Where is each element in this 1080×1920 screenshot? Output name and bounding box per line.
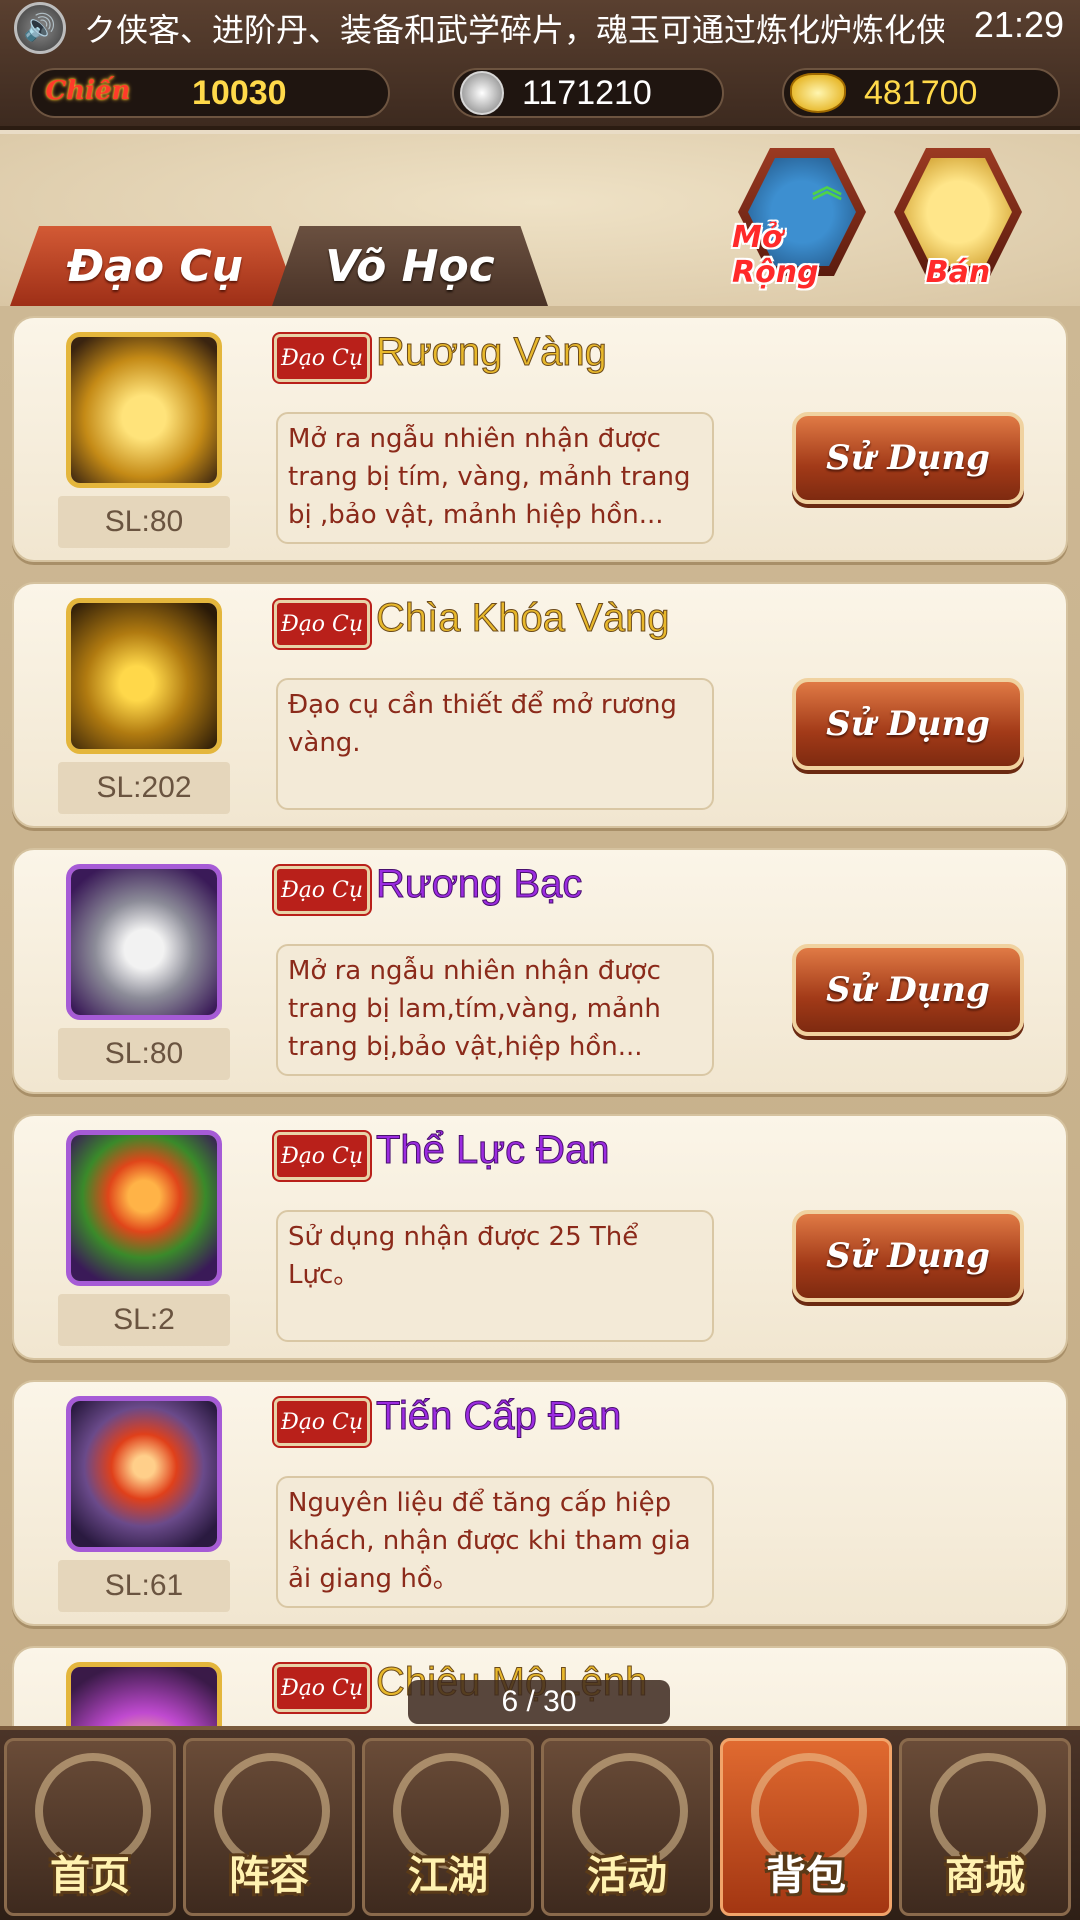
tab-martial-arts[interactable]: Võ Học [272, 226, 548, 306]
page-indicator: 6 / 30 [408, 1680, 670, 1724]
silver-value: 1171210 [522, 73, 652, 112]
item-quantity: SL:202 [58, 762, 230, 814]
item-type-tag: Đạo Cụ [274, 334, 370, 382]
use-button[interactable]: Sử Dụng [792, 944, 1024, 1036]
sell-label: Bán [925, 255, 991, 290]
item-icon[interactable] [66, 598, 222, 754]
gold-key-icon [71, 603, 217, 749]
silver-coin-icon [460, 71, 504, 115]
item-type-tag: Đạo Cụ [274, 1132, 370, 1180]
item-name: Thể Lực Đan [376, 1128, 611, 1173]
nav-shop[interactable]: 商城 [899, 1738, 1071, 1916]
item-list[interactable]: SL:80 Đạo Cụ Rương Vàng Mở ra ngẫu nhiên… [0, 306, 1080, 1726]
nav-bag[interactable]: 背包 [720, 1738, 892, 1916]
nav-shop-label: 商城 [945, 1853, 1025, 1899]
list-item: SL:202 Đạo Cụ Chìa Khóa Vàng Đạo cụ cần … [12, 582, 1068, 828]
nav-home[interactable]: 首页 [4, 1738, 176, 1916]
use-button[interactable]: Sử Dụng [792, 412, 1024, 504]
nav-home-label: 首页 [50, 1853, 130, 1899]
silver-chest-icon [71, 869, 217, 1015]
advance-pill-icon [71, 1401, 217, 1547]
item-quantity: SL:80 [58, 496, 230, 548]
nav-lineup-label: 阵容 [229, 1853, 309, 1899]
speaker-icon: 🔊 [14, 2, 66, 54]
item-name: Chìa Khóa Vàng [376, 596, 671, 641]
list-item: SL:61 Đạo Cụ Tiến Cấp Đan Nguyên liệu để… [12, 1380, 1068, 1626]
item-type-tag: Đạo Cụ [274, 866, 370, 914]
item-description: Mở ra ngẫu nhiên nhận được trang bị lam,… [276, 944, 714, 1076]
item-icon[interactable] [66, 1130, 222, 1286]
gold-value: 481700 [864, 73, 978, 112]
item-quantity: SL:2 [58, 1294, 230, 1346]
item-icon[interactable] [66, 332, 222, 488]
nav-events[interactable]: 活动 [541, 1738, 713, 1916]
bottom-navigation: 首页 阵容 江湖 活动 背包 商城 [0, 1726, 1080, 1920]
inventory-header: Đạo Cụ Võ Học ︽ Mở Rộng Bán [0, 134, 1080, 306]
item-icon[interactable] [66, 1396, 222, 1552]
nav-bag-label: 背包 [766, 1853, 846, 1899]
arrow-up-icon: ︽ [812, 170, 842, 205]
item-quantity: SL:61 [58, 1560, 230, 1612]
nav-jianghu-label: 江湖 [408, 1853, 488, 1899]
nav-events-label: 活动 [587, 1853, 667, 1899]
item-description: Sử dụng nhận được 25 Thể Lực。 [276, 1210, 714, 1342]
item-icon[interactable] [66, 864, 222, 1020]
list-item: SL:80 Đạo Cụ Rương Vàng Mở ra ngẫu nhiên… [12, 316, 1068, 562]
expand-label: Mở Rộng [732, 220, 819, 290]
combat-power-value: 10030 [192, 73, 287, 112]
recruit-token-icon [71, 1667, 217, 1726]
combat-power-badge-icon: Chiến [45, 76, 131, 106]
tab-items[interactable]: Đạo Cụ [10, 226, 300, 306]
item-name: Rương Bạc [375, 862, 583, 907]
nav-lineup[interactable]: 阵容 [183, 1738, 355, 1916]
silver-currency[interactable]: 1171210 [452, 68, 724, 118]
item-description: Mở ra ngẫu nhiên nhận được trang bị tím,… [276, 412, 714, 544]
item-name: Tiến Cấp Đan [375, 1394, 622, 1439]
announcement-row: 🔊 ク侠客、进阶丹、装备和武学碎片，魂玉可通过炼化炉炼化侠客 [0, 0, 1080, 56]
item-type-tag: Đạo Cụ [274, 600, 370, 648]
item-description: Đạo cụ cần thiết để mở rương vàng. [276, 678, 714, 810]
resource-row: Chiến 10030 1171210 481700 [0, 62, 1080, 124]
combat-power: Chiến 10030 [30, 68, 390, 118]
expand-button[interactable]: ︽ Mở Rộng [732, 144, 872, 294]
list-item: SL:80 Đạo Cụ Rương Bạc Mở ra ngẫu nhiên … [12, 848, 1068, 1094]
item-type-tag: Đạo Cụ [274, 1398, 370, 1446]
item-type-tag: Đạo Cụ [274, 1664, 370, 1712]
item-quantity: SL:80 [58, 1028, 230, 1080]
use-button[interactable]: Sử Dụng [792, 1210, 1024, 1302]
sell-button[interactable]: Bán [888, 144, 1028, 294]
announcement-marquee: ク侠客、进阶丹、装备和武学碎片，魂玉可通过炼化炉炼化侠客 [84, 11, 944, 49]
item-description: Nguyên liệu để tăng cấp hiệp khách, nhận… [276, 1476, 714, 1608]
list-item: SL:2 Đạo Cụ Thể Lực Đan Sử dụng nhận đượ… [12, 1114, 1068, 1360]
item-name: Rương Vàng [376, 330, 608, 375]
stamina-pill-icon [71, 1135, 217, 1281]
top-bar: 🔊 ク侠客、进阶丹、装备和武学碎片，魂玉可通过炼化炉炼化侠客 21:29 Chi… [0, 0, 1080, 130]
item-icon[interactable] [66, 1662, 222, 1726]
gold-chest-icon [71, 337, 217, 483]
gold-currency[interactable]: 481700 [782, 68, 1060, 118]
clock: 21:29 [973, 4, 1064, 45]
gold-ingot-icon [790, 73, 846, 113]
nav-jianghu[interactable]: 江湖 [362, 1738, 534, 1916]
use-button[interactable]: Sử Dụng [792, 678, 1024, 770]
